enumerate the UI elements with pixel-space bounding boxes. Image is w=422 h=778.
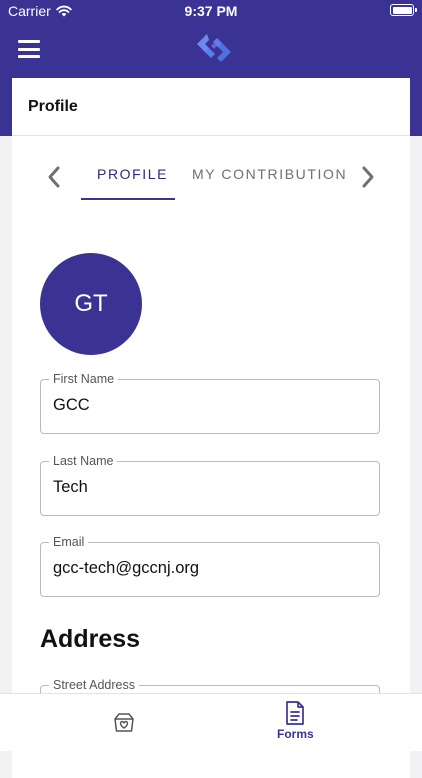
chevron-right-icon[interactable]: [356, 162, 380, 192]
bottom-nav-forms[interactable]: Forms: [277, 700, 314, 741]
bottom-nav-donate[interactable]: [112, 710, 136, 734]
status-time: 9:37 PM: [184, 3, 238, 19]
email-field: Email: [40, 535, 380, 597]
active-tab-indicator: [81, 198, 175, 200]
battery-icon: [390, 4, 417, 16]
street-address-label: Street Address: [49, 678, 139, 692]
last-name-input[interactable]: [53, 478, 363, 497]
heart-box-icon: [114, 713, 134, 732]
address-section-title: Address: [40, 625, 141, 653]
menu-icon[interactable]: [18, 40, 40, 58]
page-title: Profile: [12, 78, 410, 136]
tab-profile[interactable]: PROFILE: [97, 166, 168, 182]
first-name-label: First Name: [49, 372, 119, 386]
last-name-label: Last Name: [49, 454, 118, 468]
app-logo-icon: [197, 34, 231, 62]
email-input[interactable]: [53, 559, 363, 578]
document-icon: [286, 701, 305, 725]
last-name-field: Last Name: [40, 454, 380, 516]
profile-tabs: PROFILE MY CONTRIBUTION: [12, 158, 410, 202]
tab-my-contribution[interactable]: MY CONTRIBUTION: [192, 166, 347, 182]
status-bar: Carrier 9:37 PM: [0, 0, 422, 22]
avatar: GT: [40, 253, 142, 355]
email-label: Email: [49, 535, 89, 549]
forms-label: Forms: [277, 727, 314, 741]
first-name-field: First Name: [40, 372, 380, 434]
bottom-nav-bar: Forms: [0, 693, 422, 751]
avatar-initials: GT: [74, 290, 108, 317]
chevron-left-icon[interactable]: [42, 162, 66, 192]
profile-card: Profile PROFILE MY CONTRIBUTION GT First…: [12, 78, 410, 778]
first-name-input[interactable]: [53, 396, 363, 415]
